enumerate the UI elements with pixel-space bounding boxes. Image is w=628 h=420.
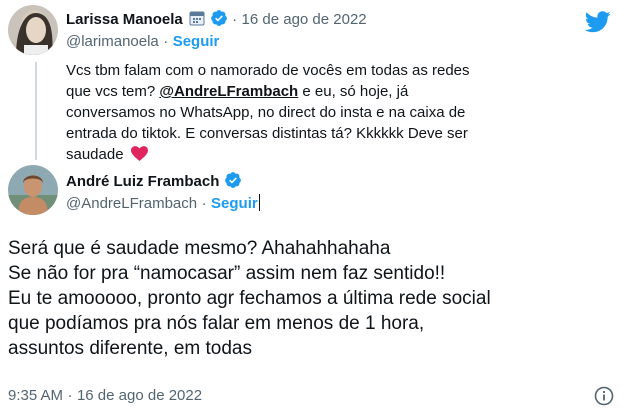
tweet2-time: 9:35 AM <box>8 387 64 404</box>
tweet1-subheader: @larimanoela · Seguir <box>66 33 219 51</box>
verified-badge-icon <box>210 9 228 27</box>
author-name[interactable]: André Luiz Frambach <box>66 173 219 190</box>
thread-line <box>35 62 37 160</box>
tweet2-text: Será que é saudade mesmo? Ahahahhahaha S… <box>8 236 618 361</box>
author-handle[interactable]: @AndreLFrambach <box>66 195 197 212</box>
tweet2-header: André Luiz Frambach <box>66 171 242 191</box>
mention-link[interactable]: @AndreLFrambach <box>159 83 298 100</box>
author-name[interactable]: Larissa Manoela <box>66 11 183 28</box>
tweet2-timestamp[interactable]: 9:35 AM · 16 de ago de 2022 <box>8 387 202 405</box>
avatar-larissa[interactable] <box>8 5 58 55</box>
twitter-bird-icon[interactable] <box>584 11 611 33</box>
follow-button[interactable]: Seguir <box>211 195 258 212</box>
tweet2-line: Eu te amooooo, pronto agr fechamos a últ… <box>8 288 491 309</box>
tweet1-text: Vcs tbm falam com o namorado de vocês em… <box>66 60 486 165</box>
avatar-andre-image <box>8 165 58 215</box>
heart-emoji-icon <box>130 146 148 161</box>
verified-badge-icon <box>224 171 242 189</box>
author-handle[interactable]: @larimanoela <box>66 33 159 50</box>
tweet2-date: 16 de ago de 2022 <box>76 387 203 404</box>
tweet1-header: Larissa Manoela · 16 de ago de 2022 <box>66 9 367 29</box>
tweet2-subheader: @AndreLFrambach · Seguir <box>66 194 260 213</box>
info-icon[interactable] <box>594 386 614 406</box>
tweet1-date[interactable]: 16 de ago de 2022 <box>242 11 367 28</box>
tweet2-line: que podíamos pra nós falar em menos de 1… <box>8 313 425 334</box>
separator: · <box>201 195 207 212</box>
tweet2-line: Se não for pra “namocasar” assim nem faz… <box>8 263 446 284</box>
avatar-larissa-image <box>8 5 58 55</box>
calendar-emoji-icon <box>189 10 205 26</box>
text-cursor <box>258 194 260 211</box>
follow-button[interactable]: Seguir <box>173 33 220 50</box>
avatar-andre[interactable] <box>8 165 58 215</box>
tweet2-line: Será que é saudade mesmo? Ahahahhahaha <box>8 238 391 259</box>
tweet2-line: assuntos diferente, em todas <box>8 338 252 359</box>
separator: · <box>163 33 169 50</box>
separator: · <box>67 387 73 404</box>
separator: · <box>232 11 238 28</box>
